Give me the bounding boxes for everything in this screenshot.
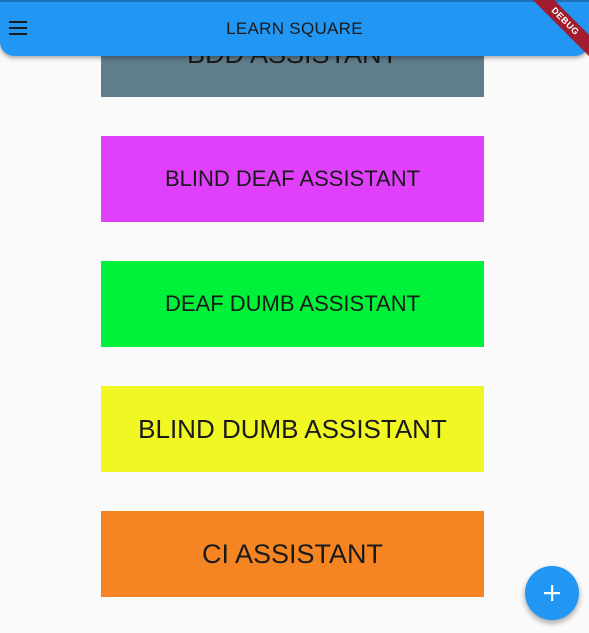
- debug-banner-container: DEBUG: [529, 0, 589, 60]
- ci-assistant-label: CI ASSISTANT: [201, 538, 384, 569]
- blind-dumb-assistant-label: BLIND DUMB ASSISTANT: [138, 413, 447, 444]
- main-content: BDD ASSISTANT BLIND DEAF ASSISTANT DEAF …: [0, 0, 589, 633]
- deaf-dumb-assistant-label: DEAF DUMB ASSISTANT: [164, 291, 421, 316]
- status-strip: [0, 0, 589, 2]
- deaf-dumb-assistant-button[interactable]: DEAF DUMB ASSISTANT: [101, 261, 484, 347]
- debug-banner: DEBUG: [529, 0, 589, 60]
- add-icon: [542, 583, 562, 603]
- ci-assistant-button[interactable]: CI ASSISTANT: [101, 511, 484, 597]
- blind-deaf-assistant-button[interactable]: BLIND DEAF ASSISTANT: [101, 136, 484, 222]
- blind-deaf-assistant-label: BLIND DEAF ASSISTANT: [164, 166, 421, 191]
- page-title: LEARN SQUARE: [226, 19, 363, 38]
- add-button[interactable]: [525, 566, 579, 620]
- blind-dumb-assistant-button[interactable]: BLIND DUMB ASSISTANT: [101, 386, 484, 472]
- app-bar: LEARN SQUARE: [0, 0, 589, 56]
